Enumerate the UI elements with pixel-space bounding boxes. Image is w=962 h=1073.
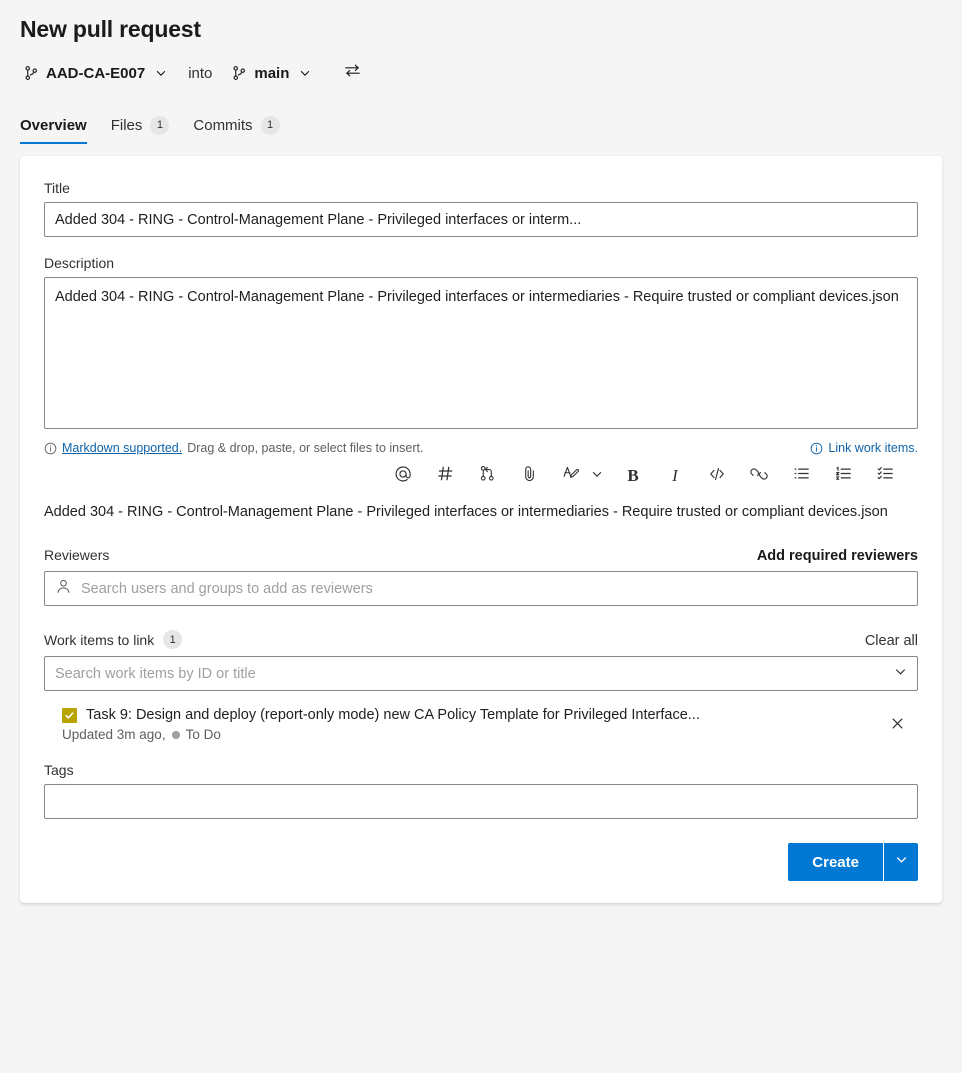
numbered-list-icon (834, 464, 853, 488)
task-list-icon (876, 464, 895, 488)
create-split-button: Create (788, 843, 918, 881)
reviewers-search-box (44, 571, 918, 606)
editor-hint-row: Markdown supported. Drag & drop, paste, … (44, 441, 918, 455)
tags-input[interactable] (44, 784, 918, 819)
tab-files[interactable]: Files 1 (99, 106, 182, 144)
reviewers-search-input[interactable] (44, 571, 918, 606)
work-item-hash-button[interactable] (430, 461, 460, 491)
pull-request-link-button[interactable] (472, 461, 502, 491)
description-preview: Added 304 - RING - Control-Management Pl… (44, 504, 888, 520)
hash-work-item-icon (436, 464, 455, 488)
drag-drop-hint: Drag & drop, paste, or select files to i… (187, 441, 424, 455)
italic-button[interactable]: I (660, 461, 690, 491)
chevron-down-icon (154, 66, 168, 80)
create-button[interactable]: Create (788, 843, 883, 881)
work-items-label-text: Work items to link (44, 631, 155, 648)
work-item-title[interactable]: Task 9: Design and deploy (report-only m… (86, 707, 700, 723)
work-item-meta: Updated 3m ago, To Do (62, 727, 882, 742)
pr-tabs: Overview Files 1 Commits 1 (19, 104, 942, 144)
target-branch-name: main (254, 64, 290, 82)
description-textarea[interactable]: Added 304 - RING - Control-Management Pl… (44, 277, 918, 429)
page-header: New pull request AAD-CA-E007 into main O… (0, 0, 962, 144)
title-input[interactable] (44, 202, 918, 237)
bold-button[interactable]: B (618, 461, 648, 491)
tab-overview[interactable]: Overview (8, 106, 99, 144)
highlight-icon (562, 464, 581, 488)
tags-label: Tags (44, 762, 74, 778)
git-branch-icon (24, 65, 39, 81)
chevron-down-icon (298, 66, 312, 80)
swap-branches-button[interactable] (338, 59, 366, 87)
attachment-button[interactable] (514, 461, 544, 491)
code-icon (707, 464, 727, 489)
swap-arrows-icon (343, 61, 362, 85)
page-title: New pull request (20, 16, 201, 42)
source-branch-name: AAD-CA-E007 (46, 64, 146, 82)
description-label: Description (44, 255, 115, 271)
close-icon (890, 716, 905, 736)
link-work-items-label: Link work items. (828, 441, 918, 455)
highlight-button[interactable] (556, 461, 586, 491)
bullet-list-button[interactable] (786, 461, 816, 491)
markdown-supported-link[interactable]: Markdown supported. (62, 441, 182, 455)
card-footer: Create (44, 843, 918, 881)
tab-overview-label: Overview (20, 116, 87, 134)
git-branch-icon (232, 65, 247, 81)
info-icon (810, 442, 823, 455)
target-branch-picker[interactable]: main (228, 63, 316, 84)
state-dot-icon (171, 730, 180, 739)
tab-commits-count: 1 (260, 115, 280, 135)
tab-commits[interactable]: Commits 1 (181, 106, 291, 144)
task-list-button[interactable] (870, 461, 900, 491)
work-item-state: To Do (185, 727, 221, 742)
branch-selection-row: AAD-CA-E007 into main (20, 58, 942, 88)
info-icon (44, 442, 57, 455)
clear-all-button[interactable]: Clear all (865, 633, 918, 649)
work-items-label: Work items to link 1 (44, 630, 183, 649)
work-items-section-head: Work items to link 1 Clear all (44, 630, 918, 649)
reviewers-section-head: Reviewers Add required reviewers (44, 547, 918, 564)
reviewers-label: Reviewers (44, 547, 110, 563)
link-button[interactable] (744, 461, 774, 491)
attachment-icon (520, 464, 539, 488)
new-pull-request-card: Title Description Added 304 - RING - Con… (20, 156, 942, 903)
mention-button[interactable] (388, 461, 418, 491)
split-divider (883, 843, 884, 881)
bold-icon: B (627, 466, 639, 485)
code-button[interactable] (702, 461, 732, 491)
linked-work-item-row: Task 9: Design and deploy (report-only m… (44, 705, 918, 744)
mention-icon (393, 464, 413, 489)
chevron-down-icon (590, 467, 604, 486)
bullet-list-icon (792, 464, 811, 488)
italic-icon: I (672, 466, 678, 485)
chevron-down-icon[interactable] (893, 664, 908, 684)
work-items-search-input[interactable] (44, 656, 918, 691)
chevron-down-icon (894, 852, 909, 872)
work-items-count: 1 (163, 630, 183, 649)
highlight-dropdown-button[interactable] (588, 461, 606, 491)
create-options-button[interactable] (884, 843, 918, 881)
task-checkbox-icon (62, 707, 77, 723)
source-branch-picker[interactable]: AAD-CA-E007 (20, 63, 172, 84)
link-icon (749, 464, 769, 489)
tab-commits-label: Commits (193, 116, 253, 134)
work-item-updated: Updated 3m ago, (62, 727, 166, 742)
into-label: into (188, 64, 213, 82)
remove-work-item-button[interactable] (882, 711, 912, 741)
title-label: Title (44, 180, 70, 196)
markdown-toolbar: B I (44, 461, 918, 491)
tab-files-count: 1 (150, 115, 170, 135)
add-required-reviewers-button[interactable]: Add required reviewers (757, 548, 918, 564)
link-work-items-link[interactable]: Link work items. (810, 441, 918, 455)
numbered-list-button[interactable] (828, 461, 858, 491)
pull-request-icon (478, 464, 497, 488)
work-items-search-box (44, 656, 918, 691)
tab-files-label: Files (110, 116, 143, 134)
